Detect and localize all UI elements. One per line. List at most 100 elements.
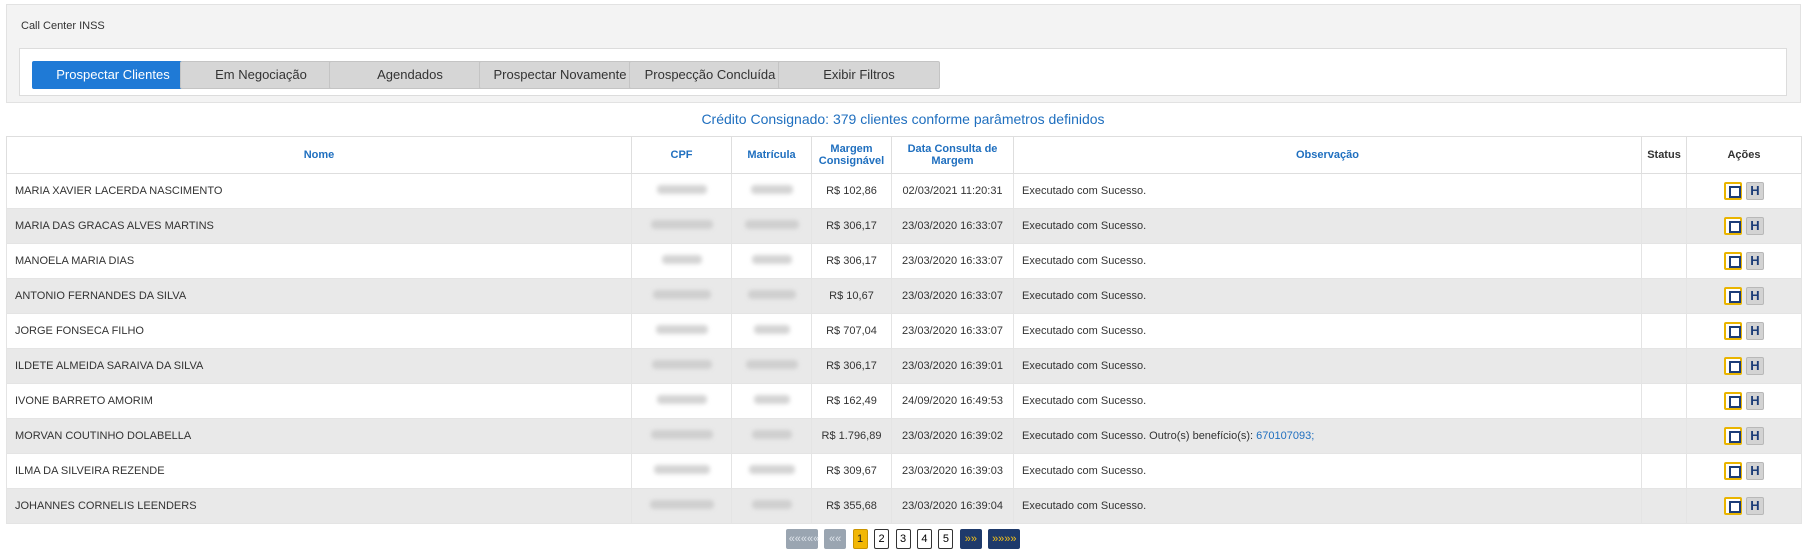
pagination: ««««« «« 1 2 3 4 5 »» »»»» [0,529,1806,549]
cell-acoes: H [1686,418,1802,454]
cell-nome: ANTONIO FERNANDES DA SILVA [6,278,632,314]
table-row: MARIA DAS GRACAS ALVES MARTINS R$ 306,17 2… [6,208,1802,244]
h-icon[interactable]: H [1746,427,1764,445]
results-summary: Crédito Consignado: 379 clientes conform… [701,111,1105,127]
cell-margem: R$ 10,67 [811,278,892,314]
cell-nome: JOHANNES CORNELIS LEENDERS [6,488,632,524]
h-icon[interactable]: H [1746,462,1764,480]
cell-matricula-redacted [731,208,812,244]
h-icon[interactable]: H [1746,217,1764,235]
cell-cpf-redacted [631,348,732,384]
table-header-row: Nome CPF Matrícula Margem Consignável Da… [6,136,1802,174]
header-matricula[interactable]: Matrícula [731,136,812,174]
redacted-cpf [650,430,713,439]
tab-agendados[interactable]: Agendados [329,61,491,89]
redacted-cpf [649,500,714,509]
observacao-text: Executado com Sucesso. [1022,500,1147,512]
cell-status [1641,383,1687,419]
cell-nome: ILMA DA SILVEIRA REZENDE [6,453,632,489]
header-data-consulta[interactable]: Data Consulta de Margem [891,136,1014,174]
edit-icon[interactable] [1724,252,1742,270]
redacted-matricula [744,220,799,229]
pager-prev-button[interactable]: «« [824,529,847,549]
redacted-matricula [753,325,790,334]
edit-icon[interactable] [1724,322,1742,340]
pager-page-3[interactable]: 3 [895,529,911,549]
edit-icon[interactable] [1724,287,1742,305]
cell-margem: R$ 306,17 [811,208,892,244]
cell-nome: JORGE FONSECA FILHO [6,313,632,349]
action-button-bar: Prospectar Clientes Em Negociação Agenda… [19,48,1787,96]
cell-data-consulta: 23/03/2020 16:39:03 [891,453,1014,489]
cell-data-consulta: 23/03/2020 16:39:02 [891,418,1014,454]
redacted-cpf [651,360,712,369]
h-icon[interactable]: H [1746,357,1764,375]
pager-page-1[interactable]: 1 [852,529,868,549]
panel-title: Call Center INSS [21,20,105,32]
exibir-filtros-button[interactable]: Exibir Filtros [778,61,940,89]
h-icon[interactable]: H [1746,392,1764,410]
cell-acoes: H [1686,313,1802,349]
redacted-cpf [656,395,707,404]
cell-status [1641,453,1687,489]
cell-nome: ILDETE ALMEIDA SARAIVA DA SILVA [6,348,632,384]
cell-cpf-redacted [631,243,732,279]
header-nome[interactable]: Nome [6,136,632,174]
cell-acoes: H [1686,348,1802,384]
edit-icon[interactable] [1724,217,1742,235]
tab-prospectar-clientes[interactable]: Prospectar Clientes [32,61,194,89]
table-row: ILMA DA SILVEIRA REZENDE R$ 309,67 23/03/2… [6,453,1802,489]
edit-icon[interactable] [1724,427,1742,445]
cell-matricula-redacted [731,348,812,384]
h-icon[interactable]: H [1746,182,1764,200]
h-icon[interactable]: H [1746,497,1764,515]
header-observacao[interactable]: Observação [1013,136,1642,174]
table-row: IVONE BARRETO AMORIM R$ 162,49 24/09/2020 … [6,383,1802,419]
table-row: MARIA XAVIER LACERDA NASCIMENTO R$ 102,86… [6,173,1802,209]
edit-icon[interactable] [1724,182,1742,200]
cell-margem: R$ 102,86 [811,173,892,209]
pager-page-2[interactable]: 2 [874,529,890,549]
edit-icon[interactable] [1724,357,1742,375]
pager-page-5[interactable]: 5 [938,529,954,549]
cell-matricula-redacted [731,418,812,454]
h-icon[interactable]: H [1746,322,1764,340]
beneficio-link[interactable]: 670107093; [1256,430,1314,442]
table-row: MANOELA MARIA DIAS R$ 306,17 23/03/2020 16… [6,243,1802,279]
pager-page-4[interactable]: 4 [916,529,932,549]
redacted-cpf [656,185,707,194]
pager-first-button[interactable]: ««««« [785,529,819,549]
header-margem[interactable]: Margem Consignável [811,136,892,174]
cell-data-consulta: 23/03/2020 16:39:04 [891,488,1014,524]
cell-matricula-redacted [731,453,812,489]
redacted-cpf [650,220,713,229]
cell-margem: R$ 355,68 [811,488,892,524]
redacted-matricula [753,395,790,404]
cell-matricula-redacted [731,488,812,524]
pager-last-button[interactable]: »»»» [988,529,1021,549]
observacao-text: Executado com Sucesso. [1022,255,1147,267]
tab-prospeccao-concluida[interactable]: Prospecção Concluída [629,61,791,89]
clients-table: Nome CPF Matrícula Margem Consignável Da… [6,136,1802,524]
tab-prospectar-novamente[interactable]: Prospectar Novamente [479,61,641,89]
edit-icon[interactable] [1724,497,1742,515]
cell-nome: MORVAN COUTINHO DOLABELLA [6,418,632,454]
observacao-text: Executado com Sucesso. [1022,290,1147,302]
edit-icon[interactable] [1724,462,1742,480]
observacao-text: Executado com Sucesso. [1022,220,1147,232]
cell-status [1641,243,1687,279]
cell-data-consulta: 23/03/2020 16:33:07 [891,243,1014,279]
pager-next-button[interactable]: »» [959,529,982,549]
redacted-matricula [745,360,798,369]
cell-matricula-redacted [731,383,812,419]
table-row: ANTONIO FERNANDES DA SILVA R$ 10,67 23/03/… [6,278,1802,314]
header-cpf[interactable]: CPF [631,136,732,174]
cell-margem: R$ 306,17 [811,348,892,384]
tab-em-negociacao[interactable]: Em Negociação [180,61,342,89]
h-icon[interactable]: H [1746,287,1764,305]
cell-status [1641,348,1687,384]
edit-icon[interactable] [1724,392,1742,410]
h-icon[interactable]: H [1746,252,1764,270]
observacao-text: Executado com Sucesso. [1022,360,1147,372]
cell-observacao: Executado com Sucesso. [1013,488,1642,524]
